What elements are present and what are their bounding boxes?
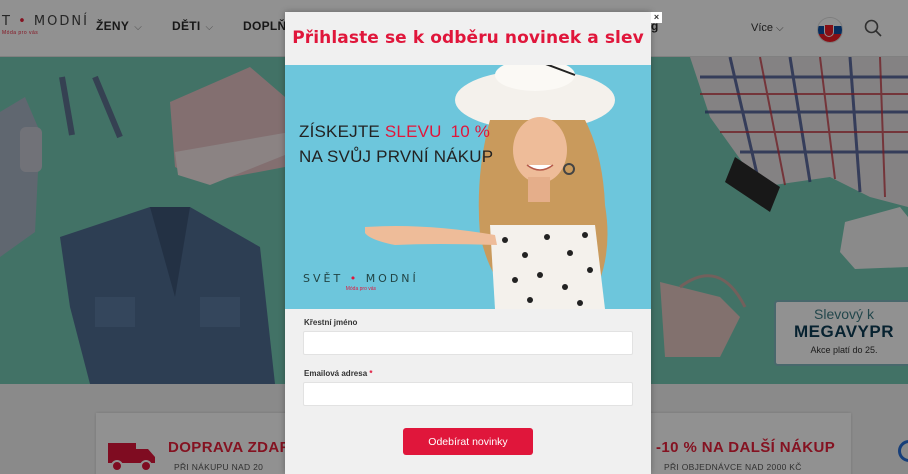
email-label: Emailová adresa * xyxy=(304,369,373,378)
modal-header: Přihlaste se k odběru novinek a slev xyxy=(285,12,651,65)
modal-title: Přihlaste se k odběru novinek a slev xyxy=(292,28,644,48)
email-input[interactable] xyxy=(303,382,633,406)
close-icon[interactable]: × xyxy=(651,12,662,23)
banner-logo-dot: • xyxy=(349,272,360,285)
banner-logo-left: SVĚT xyxy=(303,272,344,285)
email-label-text: Emailová adresa xyxy=(304,369,368,378)
banner-headline-1b: SLEVU xyxy=(384,122,442,141)
first-name-input[interactable] xyxy=(303,331,633,355)
banner-logo-right: MODNÍ xyxy=(365,272,419,285)
banner-headline-1a: ZÍSKEJTE xyxy=(299,122,380,141)
banner-logo: SVĚT • MODNÍ Móda pro vás xyxy=(303,272,419,292)
banner-headline-2: NA SVŮJ PRVNÍ NÁKUP xyxy=(299,147,494,166)
required-mark: * xyxy=(369,369,373,378)
subscribe-button[interactable]: Odebírat novinky xyxy=(403,428,533,455)
newsletter-modal: Přihlaste se k odběru novinek a slev ZÍS… xyxy=(285,12,651,474)
first-name-label: Křestní jméno xyxy=(304,318,358,327)
banner-headline-1c: 10 % xyxy=(450,122,491,141)
banner-logo-tagline: Móda pro vás xyxy=(345,286,377,292)
discount-banner: ZÍSKEJTE SLEVU 10 % NA SVŮJ PRVNÍ NÁKUP … xyxy=(285,65,651,309)
banner-headline-1: ZÍSKEJTE SLEVU 10 % xyxy=(299,122,490,142)
